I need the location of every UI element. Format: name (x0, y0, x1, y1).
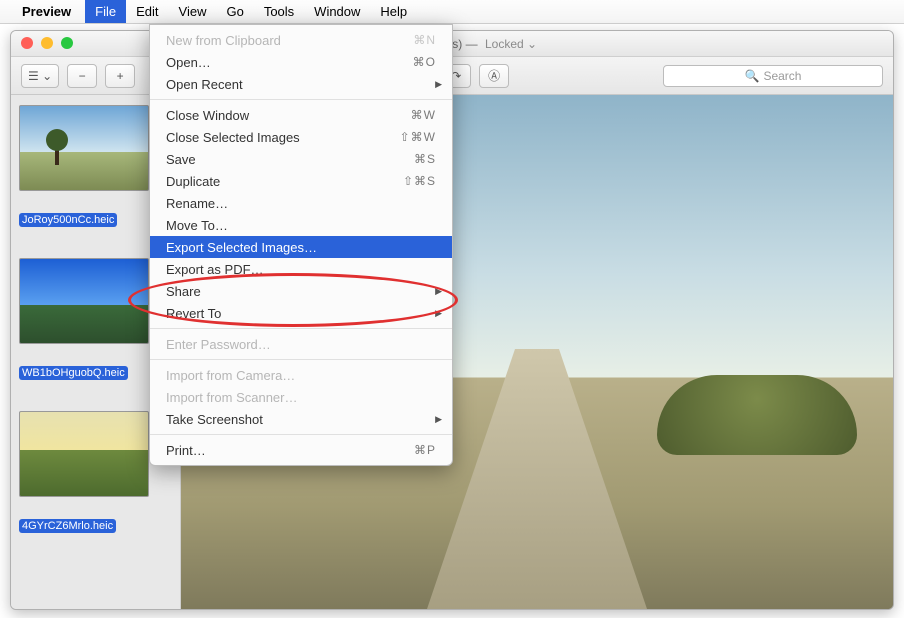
menu-help[interactable]: Help (370, 0, 417, 23)
sidebar-toggle-button[interactable]: ☰ ⌄ (21, 64, 59, 88)
menu-item-label: Move To… (166, 218, 228, 233)
menu-item-open[interactable]: Open… ⌘O (150, 51, 452, 73)
menu-item-label: Open Recent (166, 77, 243, 92)
menu-item-label: Import from Camera… (166, 368, 295, 383)
markup-button[interactable]: Ⓐ (479, 64, 509, 88)
menu-item-print[interactable]: Print… ⌘P (150, 439, 452, 461)
menu-shortcut: ⌘W (411, 108, 436, 122)
minimize-window-button[interactable] (41, 37, 53, 49)
menu-item-label: Close Window (166, 108, 249, 123)
menu-item-import-from-camera: Import from Camera… (150, 364, 452, 386)
menu-edit[interactable]: Edit (126, 0, 168, 23)
menu-go[interactable]: Go (216, 0, 253, 23)
menu-item-new-from-clipboard: New from Clipboard ⌘N (150, 29, 452, 51)
menu-item-label: Open… (166, 55, 211, 70)
menu-item-label: Duplicate (166, 174, 220, 189)
file-menu-dropdown: New from Clipboard ⌘N Open… ⌘O Open Recent Cl… (149, 24, 453, 466)
menu-item-label: New from Clipboard (166, 33, 281, 48)
menu-tools[interactable]: Tools (254, 0, 304, 23)
system-menubar: Preview FileEditViewGoToolsWindowHelp (0, 0, 904, 24)
menu-item-share[interactable]: Share (150, 280, 452, 302)
menu-item-duplicate[interactable]: Duplicate ⇧⌘S (150, 170, 452, 192)
menu-item-enter-password: Enter Password… (150, 333, 452, 355)
menu-item-take-screenshot[interactable]: Take Screenshot (150, 408, 452, 430)
menu-item-export-selected-images[interactable]: Export Selected Images… (150, 236, 452, 258)
menu-item-close-window[interactable]: Close Window ⌘W (150, 104, 452, 126)
menu-item-save[interactable]: Save ⌘S (150, 148, 452, 170)
menu-shortcut: ⌘S (414, 152, 436, 166)
menu-item-open-recent[interactable]: Open Recent (150, 73, 452, 95)
menu-window[interactable]: Window (304, 0, 370, 23)
menu-item-label: Rename… (166, 196, 228, 211)
search-icon: 🔍 (745, 69, 760, 83)
menu-item-export-as-pdf[interactable]: Export as PDF… (150, 258, 452, 280)
thumbnail-filename: 4GYrCZ6Mrlo.heic (19, 519, 116, 533)
menu-item-label: Close Selected Images (166, 130, 300, 145)
menu-item-label: Save (166, 152, 196, 167)
window-controls (21, 37, 73, 49)
menu-item-move-to[interactable]: Move To… (150, 214, 452, 236)
menu-item-revert-to[interactable]: Revert To (150, 302, 452, 324)
thumbnail-filename: JoRoy500nCc.heic (19, 213, 117, 227)
close-window-button[interactable] (21, 37, 33, 49)
locked-indicator[interactable]: Locked ⌄ (482, 37, 537, 51)
menu-item-label: Enter Password… (166, 337, 271, 352)
menu-item-label: Export as PDF… (166, 262, 264, 277)
app-name[interactable]: Preview (22, 4, 71, 19)
search-field[interactable]: 🔍 Search (663, 65, 883, 87)
menu-item-label: Revert To (166, 306, 221, 321)
thumbnail-filename: WB1bOHguobQ.heic (19, 366, 128, 380)
menu-item-close-selected-images[interactable]: Close Selected Images ⇧⌘W (150, 126, 452, 148)
menu-item-label: Share (166, 284, 201, 299)
menu-view[interactable]: View (169, 0, 217, 23)
menu-shortcut: ⇧⌘S (403, 174, 436, 188)
zoom-in-button[interactable]: + (105, 64, 135, 88)
menu-item-label: Import from Scanner… (166, 390, 298, 405)
menu-item-import-from-scanner: Import from Scanner… (150, 386, 452, 408)
zoom-window-button[interactable] (61, 37, 73, 49)
menu-item-rename[interactable]: Rename… (150, 192, 452, 214)
menu-item-label: Take Screenshot (166, 412, 263, 427)
menu-shortcut: ⇧⌘W (400, 130, 436, 144)
menu-item-label: Print… (166, 443, 206, 458)
menu-shortcut: ⌘P (414, 443, 436, 457)
search-placeholder: Search (763, 69, 801, 83)
menu-shortcut: ⌘O (413, 55, 436, 69)
zoom-out-button[interactable]: − (67, 64, 97, 88)
menu-file[interactable]: File (85, 0, 126, 23)
menu-shortcut: ⌘N (413, 33, 436, 47)
menu-item-label: Export Selected Images… (166, 240, 317, 255)
